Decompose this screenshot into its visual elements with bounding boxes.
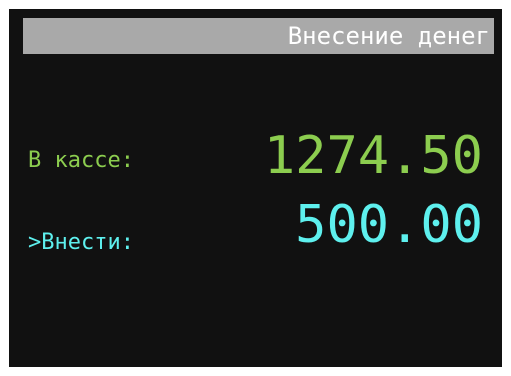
deposit-amount-value[interactable]: 500.00 <box>295 195 483 255</box>
deposit-amount-label[interactable]: >Внести: <box>28 230 134 255</box>
pos-display-screen: Внесение денег В кассе: 1274.50 >Внести:… <box>9 9 502 367</box>
cash-in-register-label: В кассе: <box>28 148 134 173</box>
screen-title: Внесение денег <box>287 22 490 50</box>
cash-in-register-value: 1274.50 <box>263 126 483 186</box>
title-bar: Внесение денег <box>23 18 494 54</box>
